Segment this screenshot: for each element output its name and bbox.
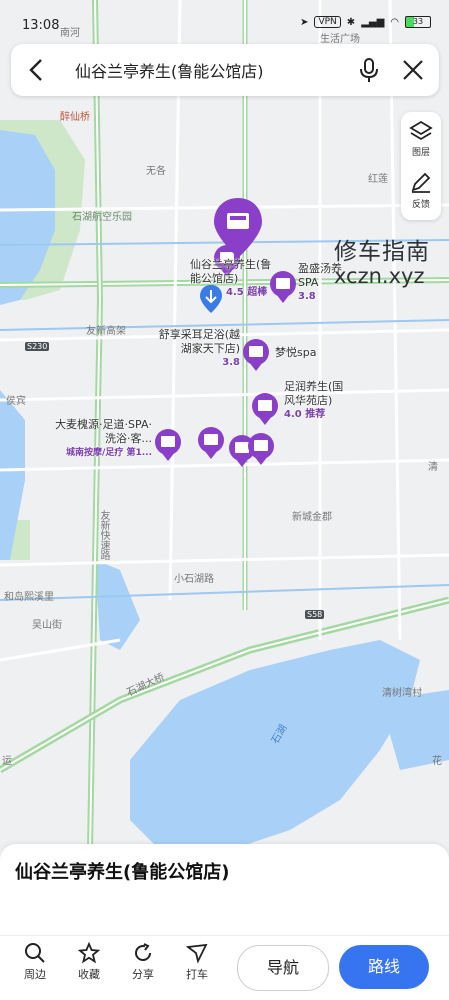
search-icon [25,943,45,963]
poi-rating: 3.8 [222,357,240,368]
poi-name: 舒享采耳足浴(越湖家天下店) [158,328,240,355]
navigate-button[interactable]: 导航 [237,945,329,991]
map-label: 友新高架 [86,326,126,337]
star-icon [78,942,100,964]
close-icon[interactable] [401,57,425,87]
map-label: 无各 [146,166,166,177]
battery-icon: 33 [405,16,431,28]
search-query[interactable]: 仙谷兰亭养生(鲁能公馆店) [75,58,264,82]
poi-pin-icon[interactable] [250,392,280,426]
vpn-badge: VPN [314,16,341,28]
map-label: 运 [2,756,12,767]
map-label: 红莲 [368,174,388,185]
poi-name: 梦悦spa [275,346,317,359]
map-label: 吴山街 [32,620,62,631]
microphone-icon[interactable] [357,57,381,87]
action-bar: 周边 收藏 分享 打车 导航 路线 [0,935,449,1000]
place-title: 仙谷兰亭养生(鲁能公馆店) [15,862,230,883]
poi-pin-icon[interactable] [153,428,183,462]
favorite-button[interactable]: 收藏 [67,942,111,982]
nearby-button[interactable]: 周边 [13,942,57,982]
map-label: 醉仙桥 [60,112,90,123]
layers-button[interactable]: 图层 [401,120,441,158]
status-time: 13:08 [22,18,60,33]
road-shield: S230 [25,342,50,351]
location-marker-icon [200,285,222,313]
status-bar: 13:08 ➤ VPN ✱ ▂▄▆ ◠ 33 [0,0,449,40]
poi-pin-icon[interactable] [246,432,276,466]
poi-label[interactable]: 梦悦spa [275,346,316,360]
location-icon: ➤ [300,16,309,28]
pencil-icon [411,172,431,193]
map-label: 侯宾 [6,396,26,407]
map-label: 石湖航空乐园 [72,212,132,223]
back-arrow-icon[interactable] [25,56,53,84]
status-icons: ➤ VPN ✱ ▂▄▆ ◠ 33 [300,16,431,28]
place-sheet: 仙谷兰亭养生(鲁能公馆店) 周边 收藏 分享 打车 导航 路线 [0,844,449,1000]
map-label: 友新快速路 [98,510,109,560]
map-label: 清 [428,462,438,473]
taxi-icon [186,943,208,964]
poi-label[interactable]: 大麦槐源·足道·SPA·洗浴·客... 城南按摩/足疗 第1... [48,418,152,460]
taxi-button[interactable]: 打车 [175,942,219,982]
poi-rating: 城南按摩/足疗 第1... [66,448,152,458]
poi-label[interactable]: 足润养生(国风华苑店) 4.0 推荐 [284,380,350,422]
share-icon [135,943,151,961]
map-label: 新城金郡 [292,512,332,523]
signal-icon: ▂▄▆ [361,16,385,28]
layers-icon [409,120,433,141]
bluetooth-icon: ✱ [346,16,356,28]
map-label: 小石湖路 [174,574,214,585]
poi-name: 仙谷兰亭养生(鲁能公馆店) [190,258,272,285]
map-label: 花 [432,756,442,767]
share-button[interactable]: 分享 [121,942,165,982]
wifi-icon: ◠ [390,16,399,28]
search-bar[interactable]: 仙谷兰亭养生(鲁能公馆店) [11,44,439,96]
poi-name: 大麦槐源·足道·SPA·洗浴·客... [55,418,152,445]
watermark: 修车指南 xczn.xyz [334,239,430,288]
poi-name: 足润养生(国风华苑店) [284,380,344,407]
route-button[interactable]: 路线 [339,945,429,989]
poi-rating: 4.0 推荐 [284,409,326,420]
map-label: 和岛熙溪里 [4,592,54,603]
selected-poi-pin-icon[interactable] [212,196,264,260]
map-label: 清树湾村 [382,688,422,699]
poi-pin-icon[interactable] [241,338,271,372]
poi-rating: 3.8 [298,291,316,302]
poi-pin-icon[interactable] [196,426,226,460]
feedback-button[interactable]: 反馈 [401,172,441,210]
map-tools: 图层 反馈 [401,112,441,220]
poi-label[interactable]: 舒享采耳足浴(越湖家天下店) 3.8 [148,328,240,370]
road-shield: S58 [305,610,325,619]
